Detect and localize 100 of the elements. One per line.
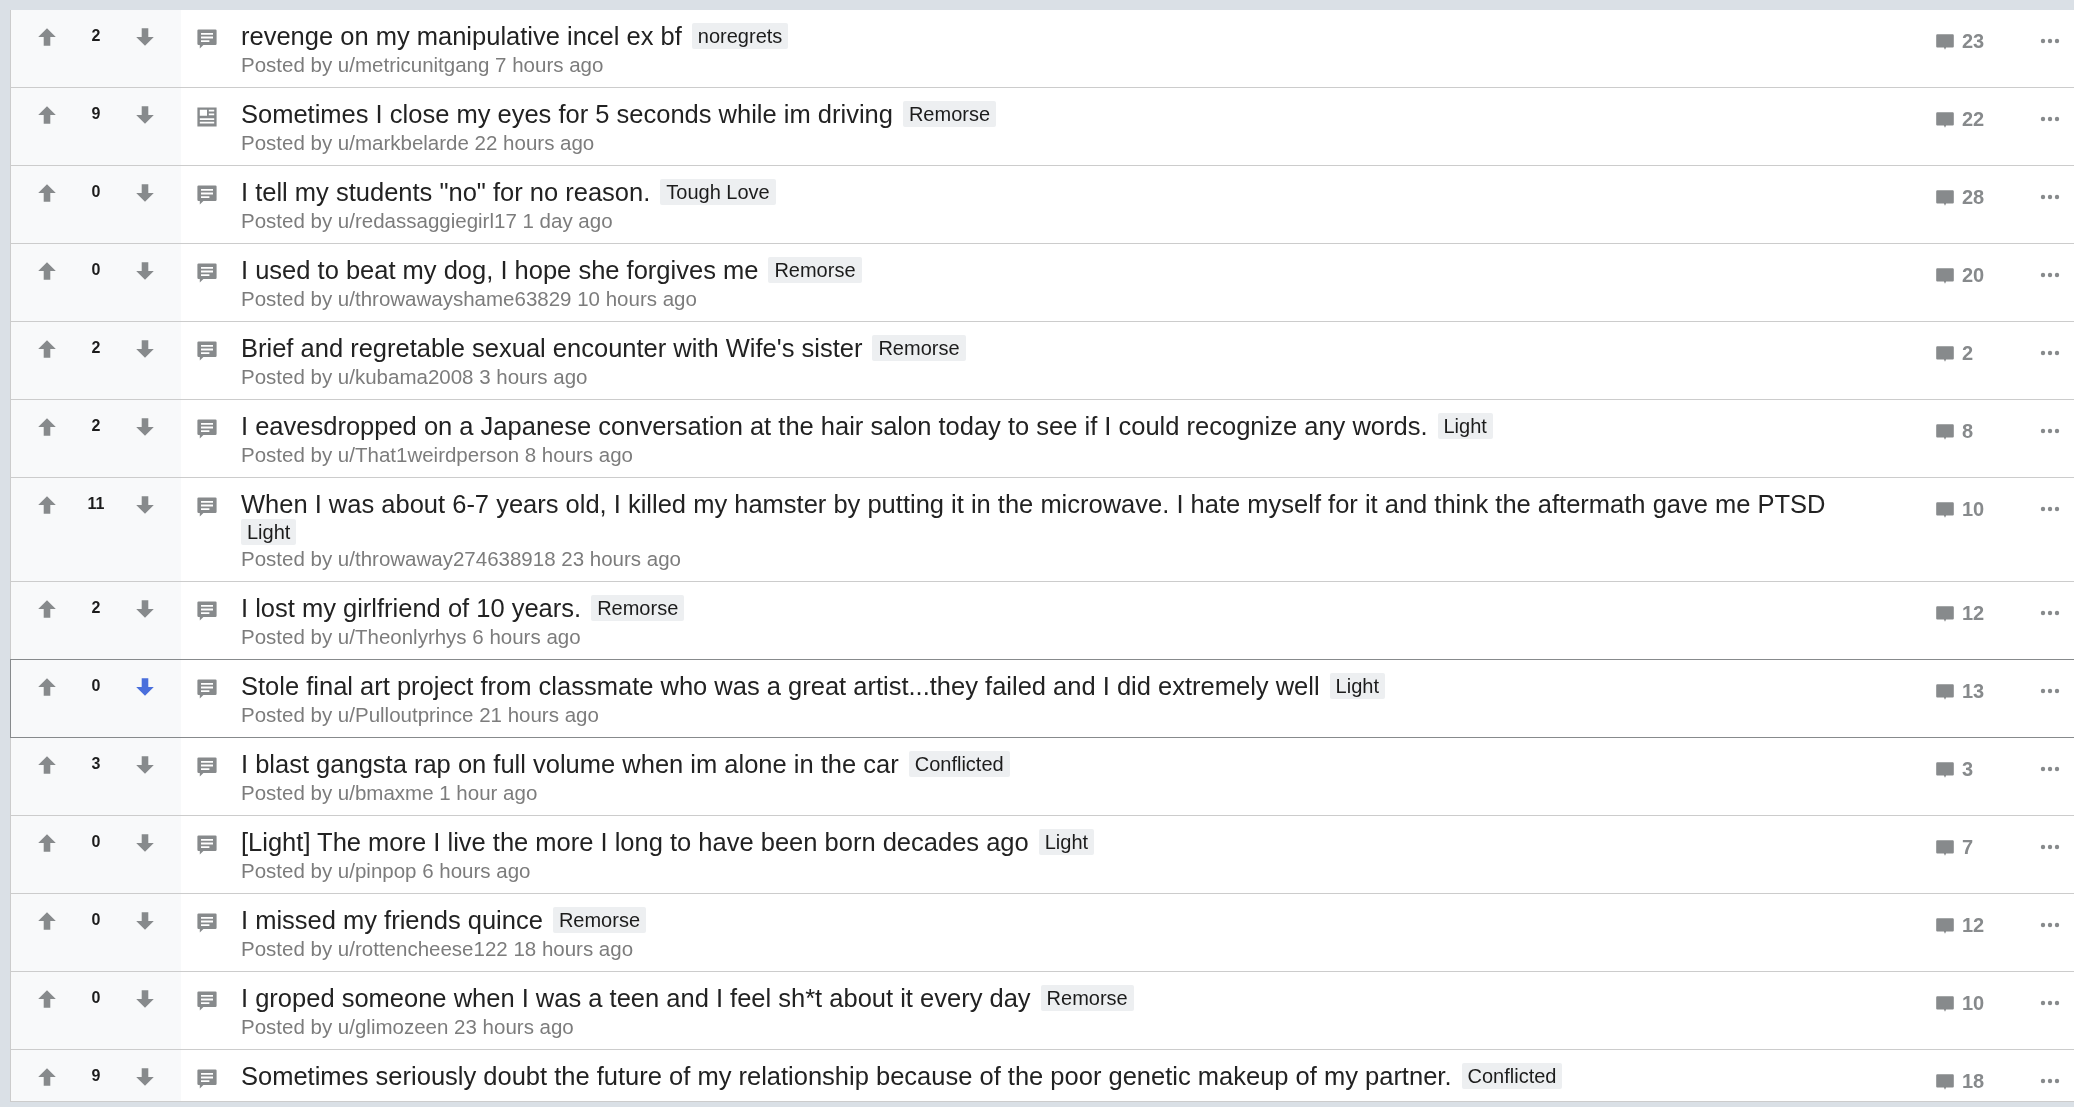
post-title[interactable]: I missed my friends quince [241,905,543,935]
more-options-button[interactable] [2040,1000,2060,1006]
post-meta: Posted by u/Theonlyrhys 6 hours ago [241,625,582,649]
downvote-arrow-icon [134,598,156,620]
downvote-arrow-icon [134,104,156,126]
post-title[interactable]: I lost my girlfriend of 10 years. [241,593,582,623]
post-title[interactable]: Sometimes I close my eyes for 5 seconds while im driving [241,99,893,129]
post-title[interactable]: When I was about 6-7 years old, I killed my hamster by putting it in the microwave. I hate myself for it and think the aftermath gave me PTSD [241,489,1826,519]
post-title[interactable]: I groped someone when I was a teen and I feel sh*t about it every day [241,983,1031,1013]
post-row[interactable]: 3 I blast gangsta rap on full volume when im alone in the car Conflicted Posted by u/bmaxme 1 hour ago 3 [11,738,2074,816]
post-title[interactable]: I blast gangsta rap on full volume when im alone in the car [241,749,899,779]
post-flair: Remorse [552,907,646,933]
more-options-button[interactable] [2040,428,2060,434]
post-title[interactable]: I used to beat my dog, I hope she forgives me [241,255,759,285]
upvote-arrow-icon [36,338,58,360]
post-flair: Light [1329,673,1385,699]
text-post-icon [195,417,219,441]
post-row[interactable]: 0 I groped someone when I was a teen and I feel sh*t about it every day Remorse Posted by u/glimozeen 23 hours ago 10 [11,972,2074,1050]
post-title[interactable]: I eavesdropped on a Japanese conversation at the hair salon today to see if I could recognize any words. [241,411,1428,441]
more-dots-icon [2040,610,2060,616]
upvote-arrow-icon [36,260,58,282]
post-flair: Conflicted [1461,1063,1563,1089]
upvote-arrow-icon [36,832,58,854]
more-options-button[interactable] [2040,350,2060,356]
post-flair: Light [241,519,297,545]
post-row[interactable]: 0 [Light] The more I live the more I long to have been born decades ago Light Posted by u/pinpop 6 hours ago 7 [11,816,2074,894]
text-post-icon [195,261,219,285]
more-dots-icon [2040,1078,2060,1084]
post-meta: Posted by u/kubama2008 3 hours ago [241,365,589,389]
post-title[interactable]: Sometimes seriously doubt the future of my relationship because of the poor genetic makeup of my partner. [241,1061,1452,1091]
more-options-button[interactable] [2040,688,2060,694]
vote-score: 0 [91,260,101,280]
upvote-arrow-icon [36,104,58,126]
more-dots-icon [2040,38,2060,44]
more-options-button[interactable] [2040,38,2060,44]
vote-score: 9 [91,104,101,124]
more-options-button[interactable] [2040,506,2060,512]
text-post-icon [195,599,219,623]
post-row[interactable]: 2 revenge on my manipulative incel ex bf noregrets Posted by u/metricunitgang 7 hours ago 23 [11,10,2074,88]
post-row[interactable]: 0 I tell my students "no" for no reason. Tough Love Posted by u/redassaggiegirl17 1 day ago 28 [11,166,2074,244]
more-options-button[interactable] [2040,922,2060,928]
upvote-arrow-icon [36,910,58,932]
downvote-arrow-icon [134,416,156,438]
post-row[interactable]: 9 Sometimes seriously doubt the future of my relationship because of the poor genetic makeup of my partner. Conflicted 18 [11,1050,2074,1102]
vote-score: 2 [91,338,101,358]
text-post-icon [195,27,219,51]
more-dots-icon [2040,766,2060,772]
post-meta: Posted by u/Pulloutprince 21 hours ago [241,703,600,727]
post-meta: Posted by u/That1weirdperson 8 hours ago [241,443,635,467]
vote-score: 0 [91,182,101,202]
upvote-arrow-icon [36,416,58,438]
post-meta: Posted by u/bmaxme 1 hour ago [241,781,539,805]
post-flair: Conflicted [908,751,1010,777]
upvote-arrow-icon [36,754,58,776]
post-row[interactable]: 0 I used to beat my dog, I hope she forgives me Remorse Posted by u/throwawayshame63829 10 hours ago 20 [11,244,2074,322]
post-row[interactable]: 11 When I was about 6-7 years old, I killed my hamster by putting it in the microwave. I hate myself for it and think the aftermath gave me PTSD Light Posted by u/throwaway274638918 23 hours ago 10 [11,478,2074,582]
post-flair: Light [1038,829,1095,855]
more-dots-icon [2040,506,2060,512]
vote-score: 0 [91,988,101,1008]
downvote-arrow-icon [134,182,156,204]
downvote-arrow-icon [134,988,156,1010]
vote-score: 2 [91,26,101,46]
post-flair: Remorse [768,257,862,283]
more-options-button[interactable] [2040,116,2060,122]
post-meta: Posted by u/rottencheese122 18 hours ago [241,937,635,961]
upvote-arrow-icon [36,494,58,516]
upvote-arrow-icon [36,1066,58,1088]
more-dots-icon [2040,922,2060,928]
more-dots-icon [2040,350,2060,356]
more-dots-icon [2040,844,2060,850]
post-meta: Posted by u/pinpop 6 hours ago [241,859,532,883]
more-dots-icon [2040,428,2060,434]
post-row[interactable]: 2 I eavesdropped on a Japanese conversation at the hair salon today to see if I could recognize any words. Light Posted by u/That1weirdperson 8 hours ago 8 [11,400,2074,478]
more-options-button[interactable] [2040,1078,2060,1084]
post-meta: Posted by u/glimozeen 23 hours ago [241,1015,575,1039]
more-options-button[interactable] [2040,272,2060,278]
post-meta: Posted by u/markbelarde 22 hours ago [241,131,596,155]
post-title[interactable]: Stole final art project from classmate who was a great artist...they failed and I did extremely well [241,671,1320,701]
post-row[interactable]: 0 Stole final art project from classmate who was a great artist...they failed and I did extremely well Light Posted by u/Pulloutprince 21 hours ago 13 [10,659,2074,738]
vote-score: 2 [91,598,101,618]
post-row[interactable]: 9 Sometimes I close my eyes for 5 seconds while im driving Remorse Posted by u/markbelarde 22 hours ago 22 [11,88,2074,166]
more-options-button[interactable] [2040,844,2060,850]
downvote-arrow-icon [134,26,156,48]
text-post-icon [195,833,219,857]
post-title[interactable]: Brief and regretable sexual encounter with Wife's sister [241,333,863,363]
post-title[interactable]: I tell my students "no" for no reason. [241,177,651,207]
more-options-button[interactable] [2040,610,2060,616]
post-meta: Posted by u/redassaggiegirl17 1 day ago [241,209,614,233]
post-title[interactable]: [Light] The more I live the more I long to have been born decades ago [241,827,1029,857]
text-post-icon [195,339,219,363]
text-post-icon [195,1067,219,1091]
post-row[interactable]: 0 I missed my friends quince Remorse Posted by u/rottencheese122 18 hours ago 12 [11,894,2074,972]
post-flair: noregrets [691,23,789,49]
post-meta: Posted by u/throwaway274638918 23 hours ago [241,547,682,571]
more-options-button[interactable] [2040,194,2060,200]
text-post-icon [195,911,219,935]
more-options-button[interactable] [2040,766,2060,772]
post-row[interactable]: 2 Brief and regretable sexual encounter with Wife's sister Remorse Posted by u/kubama2008 3 hours ago 2 [11,322,2074,400]
post-flair: Remorse [902,101,997,127]
post-title[interactable]: revenge on my manipulative incel ex bf [241,21,682,51]
